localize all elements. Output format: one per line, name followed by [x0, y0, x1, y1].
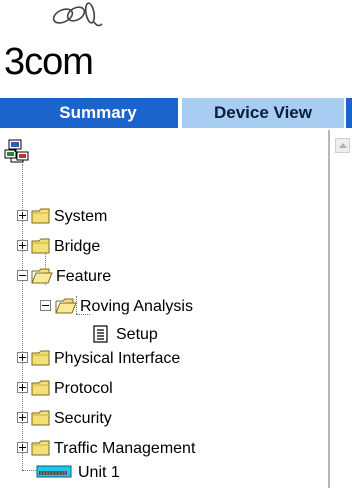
tree-item-traffic-management[interactable]: Traffic Management	[0, 437, 320, 461]
collapse-icon[interactable]	[40, 300, 51, 311]
brand-logo[interactable]: 3com	[0, 0, 110, 92]
logo-wordmark: 3com	[4, 41, 94, 83]
tree-label: Protocol	[54, 380, 113, 397]
tree-label: Bridge	[54, 238, 101, 255]
tree-item-physical-interface[interactable]: Physical Interface	[0, 347, 320, 371]
expand-icon[interactable]	[17, 352, 28, 363]
expand-icon[interactable]	[17, 382, 28, 393]
tree-label: Feature	[56, 268, 112, 285]
open-folder-icon	[55, 298, 77, 314]
network-root-icon[interactable]	[4, 138, 30, 164]
tree-label: Physical Interface	[54, 350, 181, 367]
folder-icon	[31, 440, 50, 456]
tree-item-unit1[interactable]: Unit 1	[0, 461, 320, 485]
tree-item-setup[interactable]: Setup	[0, 323, 320, 347]
expand-icon[interactable]	[17, 240, 28, 251]
expand-icon[interactable]	[17, 412, 28, 423]
tree-item-protocol[interactable]: Protocol	[0, 377, 320, 401]
frame-divider	[328, 130, 330, 488]
folder-icon	[31, 410, 50, 426]
tab-summary-label: Summary	[59, 103, 137, 122]
tree-label: Traffic Management	[54, 440, 196, 457]
open-folder-icon	[31, 268, 53, 284]
folder-icon	[31, 208, 50, 224]
folder-icon	[31, 238, 50, 254]
expand-icon[interactable]	[17, 210, 28, 221]
collapse-icon[interactable]	[17, 270, 28, 281]
tree-label: Roving Analysis	[80, 298, 193, 315]
tree-item-roving-analysis[interactable]: Roving Analysis	[0, 295, 320, 319]
page-icon	[93, 325, 108, 343]
tab-device-view-label: Device View	[214, 103, 312, 122]
chain-links-icon	[52, 2, 103, 27]
tree-item-feature[interactable]: Feature	[0, 265, 320, 289]
tab-summary[interactable]: Summary	[0, 98, 178, 128]
switch-unit-icon	[36, 465, 72, 478]
tab-overflow-edge	[346, 98, 352, 128]
folder-icon	[31, 350, 50, 366]
tree-item-bridge[interactable]: Bridge	[0, 235, 320, 259]
tree-item-security[interactable]: Security	[0, 407, 320, 431]
tree-label: System	[54, 208, 108, 225]
nav-tabs: Summary Device View	[0, 98, 352, 128]
tree-label: Unit 1	[78, 464, 120, 481]
tab-device-view[interactable]: Device View	[182, 98, 344, 128]
tree-label: Security	[54, 410, 112, 427]
tree-item-system[interactable]: System	[0, 205, 320, 229]
scroll-up-button[interactable]	[335, 138, 350, 153]
expand-icon[interactable]	[17, 442, 28, 453]
folder-icon	[31, 380, 50, 396]
tree-label: Setup	[116, 326, 158, 343]
